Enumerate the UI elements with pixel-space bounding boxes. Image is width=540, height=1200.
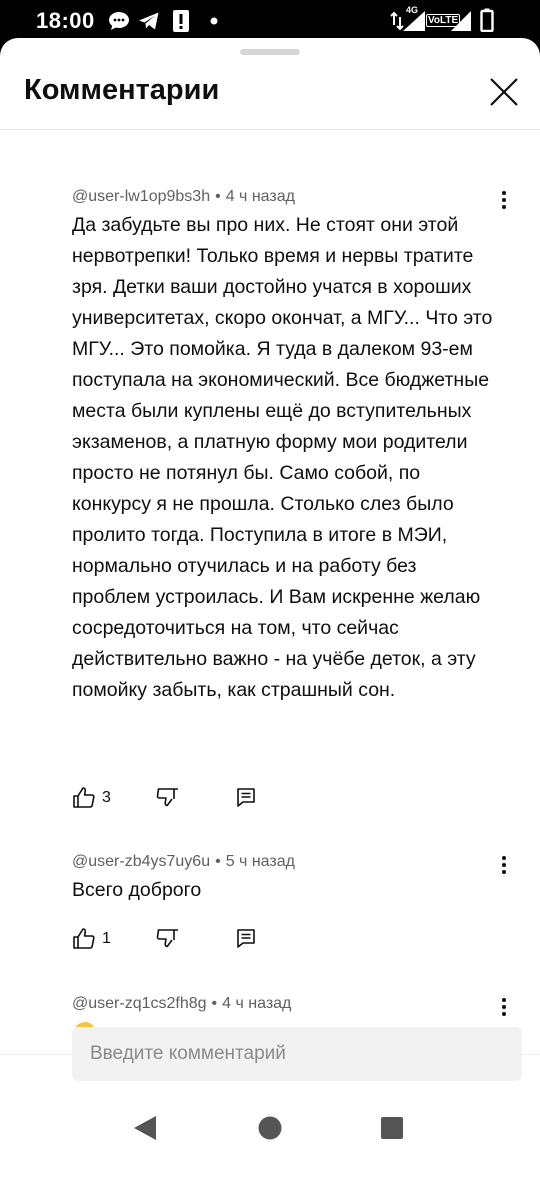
thumb-down-icon xyxy=(156,788,178,807)
comments-sheet: Комментарии @user-lw1op9bs3h • 4 ч назад Д… xyxy=(0,38,540,1200)
signal-icon xyxy=(451,11,471,31)
status-bar: 18:00 4G VoLTE xyxy=(0,0,540,40)
recents-square-icon[interactable] xyxy=(380,1116,404,1140)
comment-author[interactable]: @user-lw1op9bs3h xyxy=(72,188,210,205)
dislike-button[interactable] xyxy=(156,927,180,951)
comment-author[interactable]: @user-zq1cs2fh8g xyxy=(72,995,207,1012)
system-nav-bar xyxy=(0,1106,540,1162)
like-count: 1 xyxy=(102,930,111,947)
comment-input[interactable] xyxy=(72,1027,522,1081)
home-circle-icon[interactable] xyxy=(257,1115,283,1141)
chat-bubble-icon xyxy=(109,12,129,30)
more-vert-icon xyxy=(502,191,506,209)
comment-meta: @user-lw1op9bs3h • 4 ч назад xyxy=(72,188,295,206)
dislike-button[interactable] xyxy=(156,786,180,810)
system-icons: 4G VoLTE xyxy=(390,5,500,34)
dot-icon xyxy=(210,17,218,25)
close-icon xyxy=(490,78,518,106)
meta-separator: • xyxy=(215,188,221,205)
comment-meta: @user-zq1cs2fh8g • 4 ч назад xyxy=(72,995,291,1013)
comment-time: 4 ч назад xyxy=(222,995,292,1012)
thumb-down-icon xyxy=(156,929,178,948)
more-vert-icon xyxy=(502,998,506,1016)
sheet-title: Комментарии xyxy=(24,74,220,106)
close-button[interactable] xyxy=(486,74,522,110)
telegram-icon xyxy=(139,12,159,30)
comment-time: 4 ч назад xyxy=(225,188,295,205)
thumb-up-icon xyxy=(73,928,95,949)
comment-meta: @user-zb4ys7uy6u • 5 ч назад xyxy=(72,853,295,871)
reply-button[interactable] xyxy=(234,927,258,951)
comment-time: 5 ч назад xyxy=(225,853,295,870)
meta-separator: • xyxy=(211,995,218,1012)
meta-separator: • xyxy=(215,853,221,870)
alert-icon xyxy=(173,10,189,32)
battery-icon xyxy=(480,8,494,32)
comment-text: Всего доброго xyxy=(72,879,202,901)
comments-list[interactable]: @user-lw1op9bs3h • 4 ч назад Да забудьте в… xyxy=(0,130,540,1054)
like-count: 3 xyxy=(102,789,111,806)
more-vert-icon xyxy=(502,856,506,874)
like-button[interactable]: 1 xyxy=(72,927,111,951)
reply-icon xyxy=(237,788,255,807)
more-options-button[interactable] xyxy=(492,995,516,1019)
more-options-button[interactable] xyxy=(492,188,516,212)
drag-handle[interactable] xyxy=(240,49,300,55)
reply-icon xyxy=(237,929,255,948)
network-label: 4G xyxy=(406,5,419,15)
more-options-button[interactable] xyxy=(492,853,516,877)
comment-author[interactable]: @user-zb4ys7uy6u xyxy=(72,853,210,870)
like-button[interactable]: 3 xyxy=(72,786,111,810)
comment-text: Да забудьте вы про них. Не стоят они это… xyxy=(72,214,493,701)
status-time: 18:00 xyxy=(36,8,95,33)
back-triangle-icon[interactable] xyxy=(132,1114,158,1142)
reply-button[interactable] xyxy=(234,786,258,810)
thumb-up-icon xyxy=(73,787,95,808)
